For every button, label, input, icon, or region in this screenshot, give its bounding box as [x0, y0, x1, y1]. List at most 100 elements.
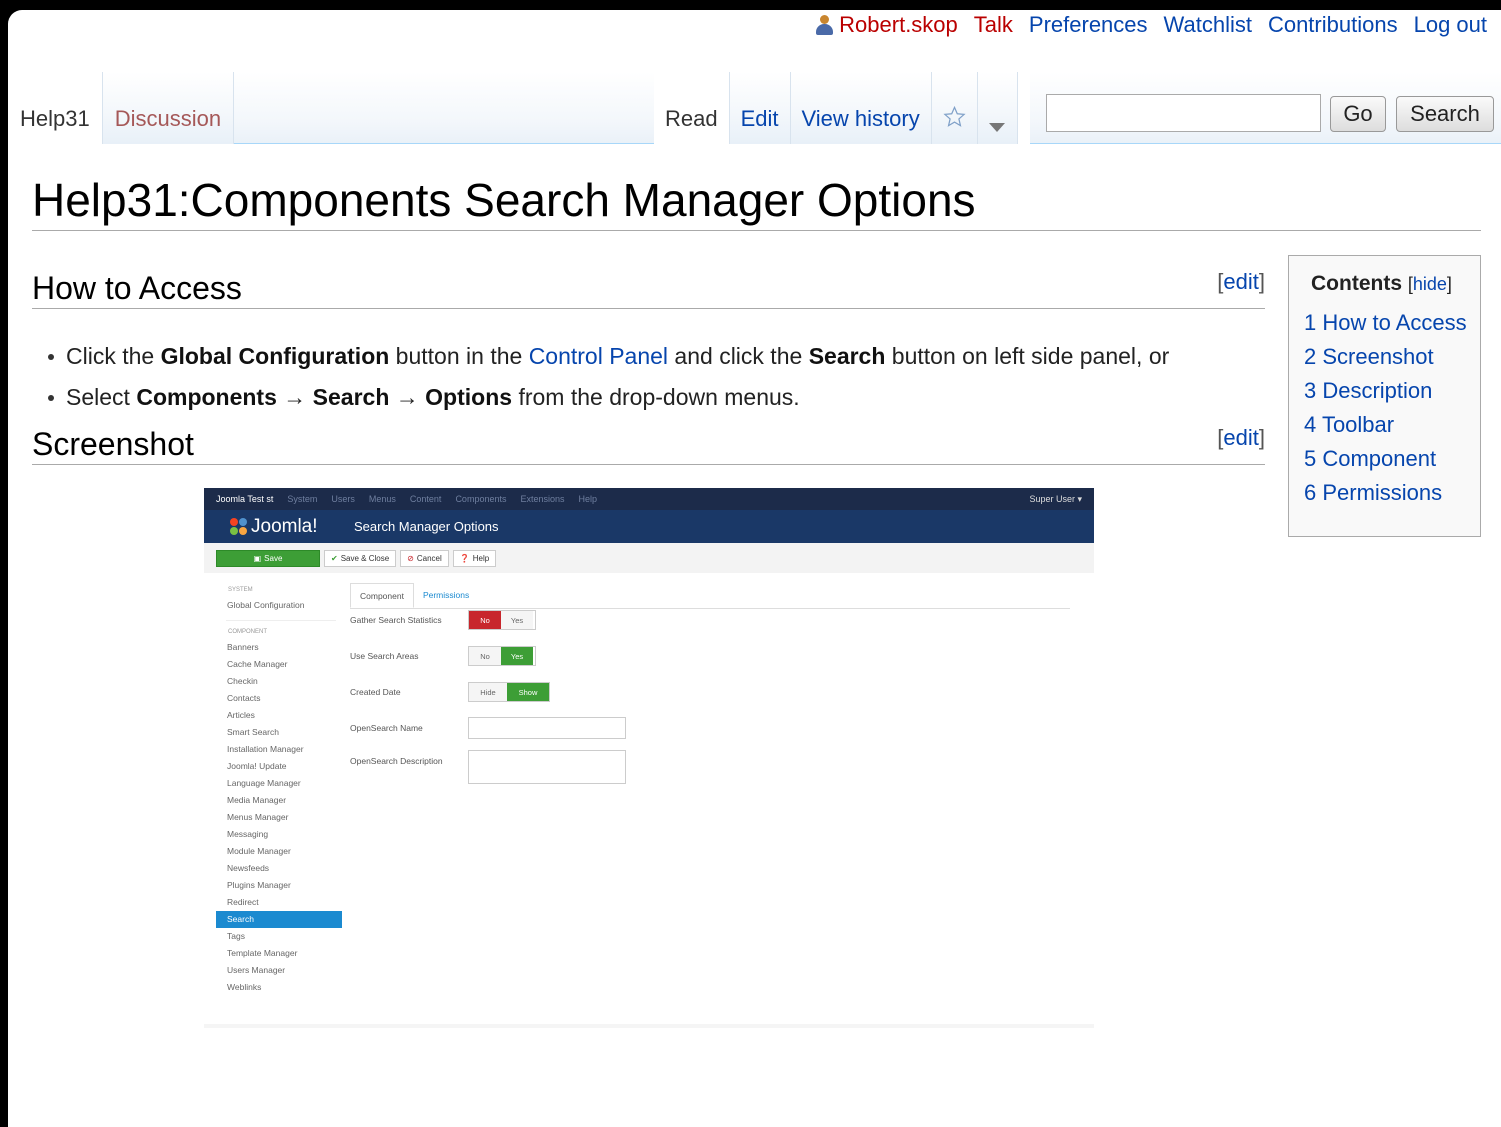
joomla-menu-item: Users [331, 494, 355, 504]
section-heading-access: How to Access [edit] [32, 268, 1265, 309]
field-label: Use Search Areas [350, 651, 419, 661]
joomla-menu-item: Content [409, 494, 442, 504]
user-link[interactable]: Robert.skop [815, 12, 958, 38]
wiki-page: Robert.skop Talk Preferences Watchlist C… [8, 10, 1501, 1127]
sidebar-item: Banners [227, 642, 259, 652]
more-actions-button[interactable] [977, 72, 1018, 144]
sidebar-item: Media Manager [227, 795, 287, 805]
cancel-icon: ⊘ [407, 553, 414, 563]
sidebar-item: Newsfeeds [227, 863, 270, 873]
toc-item[interactable]: 6 Permissions [1304, 480, 1442, 505]
toc-header: Contents [hide] [1311, 272, 1452, 295]
toc-hide-link[interactable]: hide [1413, 274, 1447, 294]
tab-read[interactable]: Read [654, 72, 730, 144]
chevron-down-icon [989, 123, 1006, 132]
sidebar-item: Cache Manager [227, 659, 288, 669]
joomla-logo-text: Joomla! [251, 515, 318, 537]
joomla-admin-menu: Joomla Test st System Users Menus Conten… [204, 488, 1094, 510]
joomla-menu-item: System [287, 494, 318, 504]
watchlist-link[interactable]: Watchlist [1164, 12, 1252, 38]
go-button[interactable]: Go [1330, 96, 1386, 132]
tab-edit-label: Edit [740, 106, 779, 131]
search-button[interactable]: Search [1396, 96, 1494, 132]
toggle-areas: No Yes [468, 646, 536, 666]
opensearch-name-input [468, 717, 626, 739]
field-label: Created Date [350, 687, 401, 697]
sidebar-header: COMPONENT [228, 629, 267, 635]
field-row: Gather Search Statistics No Yes [350, 610, 536, 630]
toc-item[interactable]: 2 Screenshot [1304, 344, 1434, 369]
field-row: OpenSearch Name [350, 717, 650, 739]
joomla-site-name: Joomla Test st [216, 494, 274, 504]
edit-link[interactable]: edit [1223, 269, 1258, 294]
watch-star-button[interactable] [931, 72, 978, 144]
joomla-user-menu: Super User ▾ [1029, 493, 1082, 504]
namespace-tabs: Help31 Discussion [8, 72, 235, 144]
joomla-tab-permissions: Permissions [422, 590, 470, 600]
control-panel-link[interactable]: Control Panel [529, 343, 668, 369]
logout-link[interactable]: Log out [1414, 12, 1487, 38]
joomla-menu-item: Help [578, 494, 598, 504]
sidebar-item: Checkin [227, 676, 258, 686]
joomla-tabs: Component Permissions [350, 583, 1070, 609]
help-icon: ❓ [459, 553, 470, 563]
sidebar-item: Tags [227, 931, 245, 941]
field-label: OpenSearch Description [350, 756, 443, 766]
user-icon [815, 15, 834, 35]
sidebar-item: Smart Search [227, 727, 279, 737]
tab-spacer [234, 72, 654, 144]
tab-history-label: View history [801, 106, 920, 131]
tab-edit[interactable]: Edit [729, 72, 791, 144]
preferences-link[interactable]: Preferences [1029, 12, 1148, 38]
sidebar-item: Global Configuration [227, 600, 305, 610]
sidebar-item: Redirect [227, 897, 259, 907]
field-label: Gather Search Statistics [350, 615, 442, 625]
toggle-gather: No Yes [468, 610, 536, 630]
username[interactable]: Robert.skop [839, 12, 958, 38]
sidebar-item: Articles [227, 710, 255, 720]
tab-discussion[interactable]: Discussion [102, 72, 235, 144]
check-icon: ✔ [331, 553, 338, 563]
search-input[interactable] [1046, 94, 1321, 132]
joomla-save-close-button: ✔ Save & Close [324, 549, 397, 567]
joomla-header: Joomla! Search Manager Options [204, 510, 1094, 543]
joomla-save-button: ▣ Save [216, 549, 320, 567]
sidebar-item: Module Manager [227, 846, 291, 856]
joomla-help-button: ❓ Help [452, 549, 497, 567]
joomla-menu-item: Menus [368, 494, 396, 504]
joomla-menu-item: Components [455, 494, 507, 504]
sidebar-item: Users Manager [227, 965, 286, 975]
edit-link[interactable]: edit [1223, 425, 1258, 450]
joomla-main: Component Permissions Gather Search Stat… [350, 583, 1070, 784]
contributions-link[interactable]: Contributions [1268, 12, 1398, 38]
access-list: Click the Global Configuration button in… [46, 336, 1169, 418]
tab-page[interactable]: Help31 [8, 72, 103, 144]
joomla-logo: Joomla! [230, 516, 354, 538]
toc-item[interactable]: 3 Description [1304, 378, 1432, 403]
tab-discussion-label: Discussion [114, 106, 222, 131]
field-row: OpenSearch Description [350, 750, 650, 784]
toc-item[interactable]: 1 How to Access [1304, 310, 1467, 335]
list-item: Select Components → Search → Options fro… [46, 377, 1169, 418]
tab-history[interactable]: View history [790, 72, 932, 144]
toc-item[interactable]: 4 Toolbar [1304, 412, 1394, 437]
screenshot-image[interactable]: Joomla Test st System Users Menus Conten… [204, 488, 1094, 1028]
toc-item[interactable]: 5 Component [1304, 446, 1436, 471]
sidebar-item: Joomla! Update [227, 761, 287, 771]
joomla-cancel-button: ⊘ Cancel [400, 549, 449, 567]
tab-page-label: Help31 [20, 106, 90, 131]
joomla-toolbar: ▣ Save ✔ Save & Close ⊘ Cancel ❓ Help [204, 543, 1094, 573]
page-title: Help31:Components Search Manager Options [32, 172, 1481, 231]
save-icon: ▣ [253, 553, 262, 563]
edit-section-screenshot[interactable]: [edit] [1217, 418, 1265, 458]
star-icon [943, 105, 966, 127]
sidebar-item: Installation Manager [227, 744, 304, 754]
talk-link[interactable]: Talk [974, 12, 1013, 38]
field-row: Use Search Areas No Yes [350, 646, 536, 666]
sidebar-item: Messaging [227, 829, 269, 839]
list-item: Click the Global Configuration button in… [46, 336, 1169, 377]
personal-tools: Robert.skop Talk Preferences Watchlist C… [815, 12, 1487, 38]
opensearch-description-input [468, 750, 626, 784]
edit-section-access[interactable]: [edit] [1217, 262, 1265, 302]
joomla-menu-item: Extensions [520, 494, 565, 504]
